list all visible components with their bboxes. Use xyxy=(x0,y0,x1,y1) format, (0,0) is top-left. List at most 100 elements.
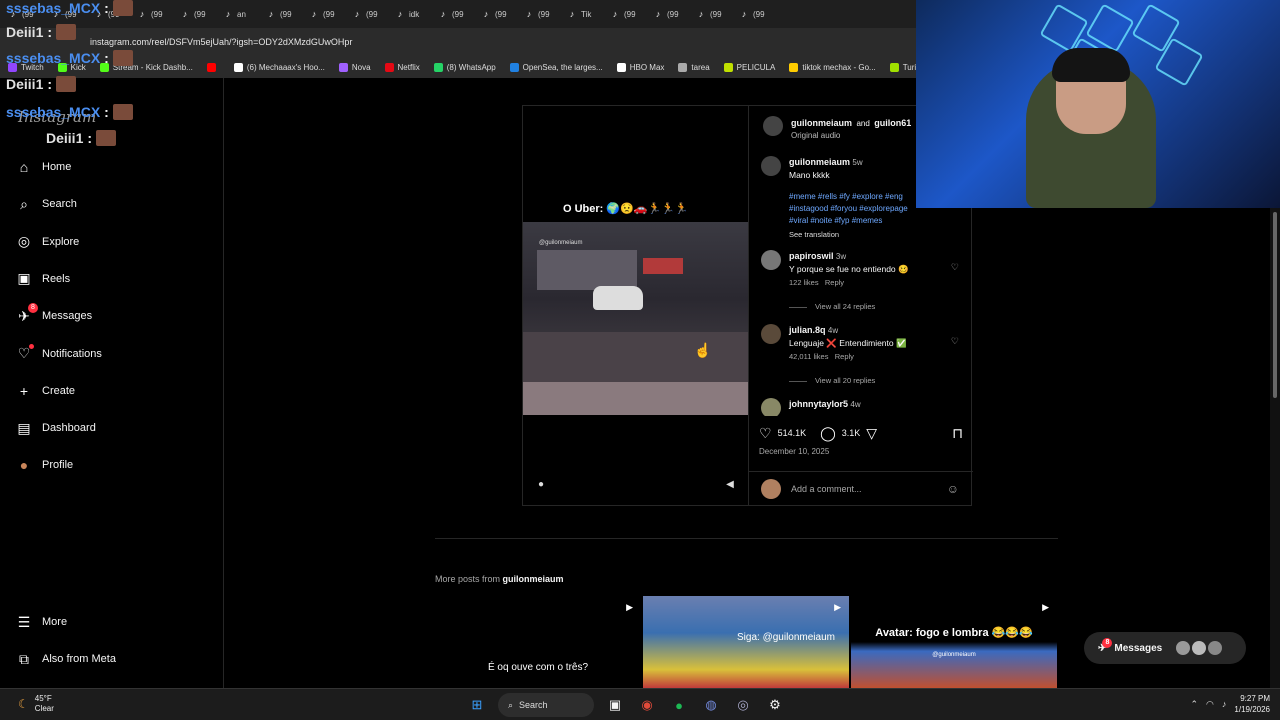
caption-hashtags[interactable]: #instagood #foryou #explorepage xyxy=(789,203,908,215)
bookmark-item[interactable]: tarea xyxy=(678,62,710,72)
reply-link[interactable]: Reply xyxy=(825,278,844,287)
caption-hashtags[interactable]: #meme #rells #fy #explore #eng xyxy=(789,191,908,203)
comment-icon[interactable]: ◯ xyxy=(820,425,836,442)
chevron-up-icon[interactable]: ⌃ xyxy=(1191,699,1199,710)
sidebar-item-messages[interactable]: ✈ 8 Messages xyxy=(16,303,92,328)
browser-tab[interactable]: ♪ (99 xyxy=(266,0,309,28)
bookmark-item[interactable]: HBO Max xyxy=(616,62,664,72)
comment-likes[interactable]: 122 likes xyxy=(789,278,819,287)
view-replies-link[interactable]: View all 20 replies xyxy=(789,376,875,385)
chrome-icon[interactable]: ◉ xyxy=(636,694,658,716)
avatar[interactable] xyxy=(761,156,781,176)
add-comment-input[interactable]: Add a comment... xyxy=(791,484,937,494)
browser-tab[interactable]: ♪ (99 xyxy=(309,0,352,28)
clock[interactable]: 9:27 PM 1/19/2026 xyxy=(1234,693,1270,715)
audio-label[interactable]: Original audio xyxy=(791,131,911,140)
browser-tab[interactable]: ♪ (99 xyxy=(352,0,395,28)
weather-widget[interactable]: ☾ 45°F Clear xyxy=(18,694,54,714)
bookmark-item[interactable]: Netflix xyxy=(384,62,420,72)
sidebar-item-more[interactable]: ☰ More xyxy=(16,610,67,634)
browser-tab[interactable]: ♪ (99 xyxy=(610,0,653,28)
likes-count[interactable]: 514.1K xyxy=(778,428,807,438)
sidebar-item-also-from-meta[interactable]: ⧉ Also from Meta xyxy=(16,647,116,671)
audio-toggle-icon[interactable]: ◀ xyxy=(722,479,738,495)
bookmark-item[interactable]: Turi xyxy=(889,62,916,72)
bookmark-item[interactable]: tiktok mechax - Go... xyxy=(789,62,876,72)
browser-tab[interactable]: ♪ (99 xyxy=(481,0,524,28)
more-post-thumb[interactable]: ▶ É oq ouve com o três? xyxy=(435,596,641,688)
view-replies-link[interactable]: View all 24 replies xyxy=(789,302,875,311)
caption-username[interactable]: guilonmeiaum xyxy=(789,157,850,167)
reply-link[interactable]: Reply xyxy=(835,352,854,361)
wifi-icon[interactable]: ◠ xyxy=(1206,699,1214,710)
like-icon[interactable]: ♡ xyxy=(759,425,772,442)
sidebar-item-profile[interactable]: ● Profile xyxy=(16,453,73,477)
volume-icon[interactable]: ♪ xyxy=(1222,699,1227,709)
avatar[interactable] xyxy=(761,250,781,270)
bookmark-item[interactable]: PELICULA xyxy=(723,62,775,72)
chat-username: Deiii1 xyxy=(6,76,44,92)
reel-icon: ▶ xyxy=(1042,602,1049,612)
bookmark-icon xyxy=(889,62,899,72)
compass-icon: ◎ xyxy=(17,233,31,250)
comment-username[interactable]: johnnytaylor5 xyxy=(789,399,848,409)
notification-dot xyxy=(29,343,34,349)
sidebar-item-dashboard[interactable]: ▤ Dashboard xyxy=(16,416,95,440)
see-translation-link[interactable]: See translation xyxy=(789,229,908,241)
avatar[interactable] xyxy=(763,116,783,136)
browser-tab[interactable]: ♪ (99 xyxy=(438,0,481,28)
sidebar-item-home[interactable]: ⌂ Home xyxy=(16,155,72,179)
sidebar-item-create[interactable]: + Create xyxy=(16,379,75,403)
browser-tab[interactable]: ♪ (99 xyxy=(739,0,782,28)
bookmark-label: tarea xyxy=(691,62,710,72)
author-username[interactable]: guilonmeiaum xyxy=(791,118,852,128)
browser-tab[interactable]: ♪ (99 xyxy=(524,0,567,28)
bookmark-item[interactable] xyxy=(206,62,220,72)
comment-like-icon[interactable]: ♡ xyxy=(951,336,959,347)
emoji-icon[interactable]: ☺ xyxy=(947,482,959,496)
comment-username[interactable]: papiroswil xyxy=(789,251,834,261)
bookmark-item[interactable]: (8) WhatsApp xyxy=(433,62,496,72)
bookmark-icon[interactable]: ⊓ xyxy=(952,425,963,442)
comment-like-icon[interactable]: ♡ xyxy=(951,262,959,273)
discord-icon[interactable]: ◍ xyxy=(700,694,722,716)
chat-colon: : xyxy=(104,50,109,66)
more-post-thumb[interactable]: ▶ Siga: @guilonmeiaum xyxy=(643,596,849,688)
browser-tab[interactable]: ♪ Tik xyxy=(567,0,610,28)
page-scrollbar[interactable] xyxy=(1270,208,1280,688)
spotify-icon[interactable]: ● xyxy=(668,694,690,716)
clock-time: 9:27 PM xyxy=(1240,694,1270,703)
bookmark-item[interactable]: OpenSea, the larges... xyxy=(509,62,603,72)
bookmark-item[interactable]: Nova xyxy=(338,62,371,72)
bookmark-item[interactable]: (6) Mechaaax's Hoo... xyxy=(233,62,325,72)
more-post-thumb[interactable]: ▶ Avatar: fogo e lombra 😂😂😂 @guilonmeiau… xyxy=(851,596,1057,688)
comment-username[interactable]: julian.8q xyxy=(789,325,826,335)
sidebar-item-explore[interactable]: ◎ Explore xyxy=(16,230,79,254)
reel-media[interactable]: O Uber: 🌍😟🚗🏃🏃🏃 @guilonmeiaum ● ◀ xyxy=(523,106,748,505)
caption-hashtags[interactable]: #viral #noite #fyp #memes xyxy=(789,215,908,227)
avatar[interactable] xyxy=(761,324,781,344)
windows-start-icon[interactable]: ⊞ xyxy=(466,694,488,716)
messages-pill[interactable]: ✈ 8 Messages xyxy=(1084,632,1246,664)
steam-icon[interactable]: ◎ xyxy=(732,694,754,716)
divider xyxy=(435,538,1058,539)
sidebar-item-notifications[interactable]: ♡ Notifications xyxy=(16,342,102,366)
coauthor-username[interactable]: guilon61 xyxy=(874,118,911,128)
sidebar-item-search[interactable]: ⌕ Search xyxy=(16,192,77,216)
taskbar-search[interactable]: ⌕ Search xyxy=(498,693,594,717)
settings-icon[interactable]: ⚙ xyxy=(764,694,786,716)
browser-tab[interactable]: ♪ (99 xyxy=(696,0,739,28)
scroll-thumb[interactable] xyxy=(1273,212,1277,398)
more-posts-user[interactable]: guilonmeiaum xyxy=(503,574,564,584)
avatar[interactable] xyxy=(761,398,781,416)
share-icon[interactable]: ▽ xyxy=(866,425,877,442)
task-view-icon[interactable]: ▣ xyxy=(604,694,626,716)
browser-tab[interactable]: ♪ (99 xyxy=(653,0,696,28)
video-frame[interactable]: @guilonmeiaum xyxy=(523,222,748,415)
browser-tab[interactable]: ♪ idk xyxy=(395,0,438,28)
browser-tab[interactable]: ♪ an xyxy=(223,0,266,28)
comment-likes[interactable]: 42,011 likes xyxy=(789,352,828,361)
user-tag-icon[interactable]: ● xyxy=(533,479,549,495)
tab-label: (99 xyxy=(624,9,636,19)
sidebar-item-reels[interactable]: ▣ Reels xyxy=(16,267,70,291)
